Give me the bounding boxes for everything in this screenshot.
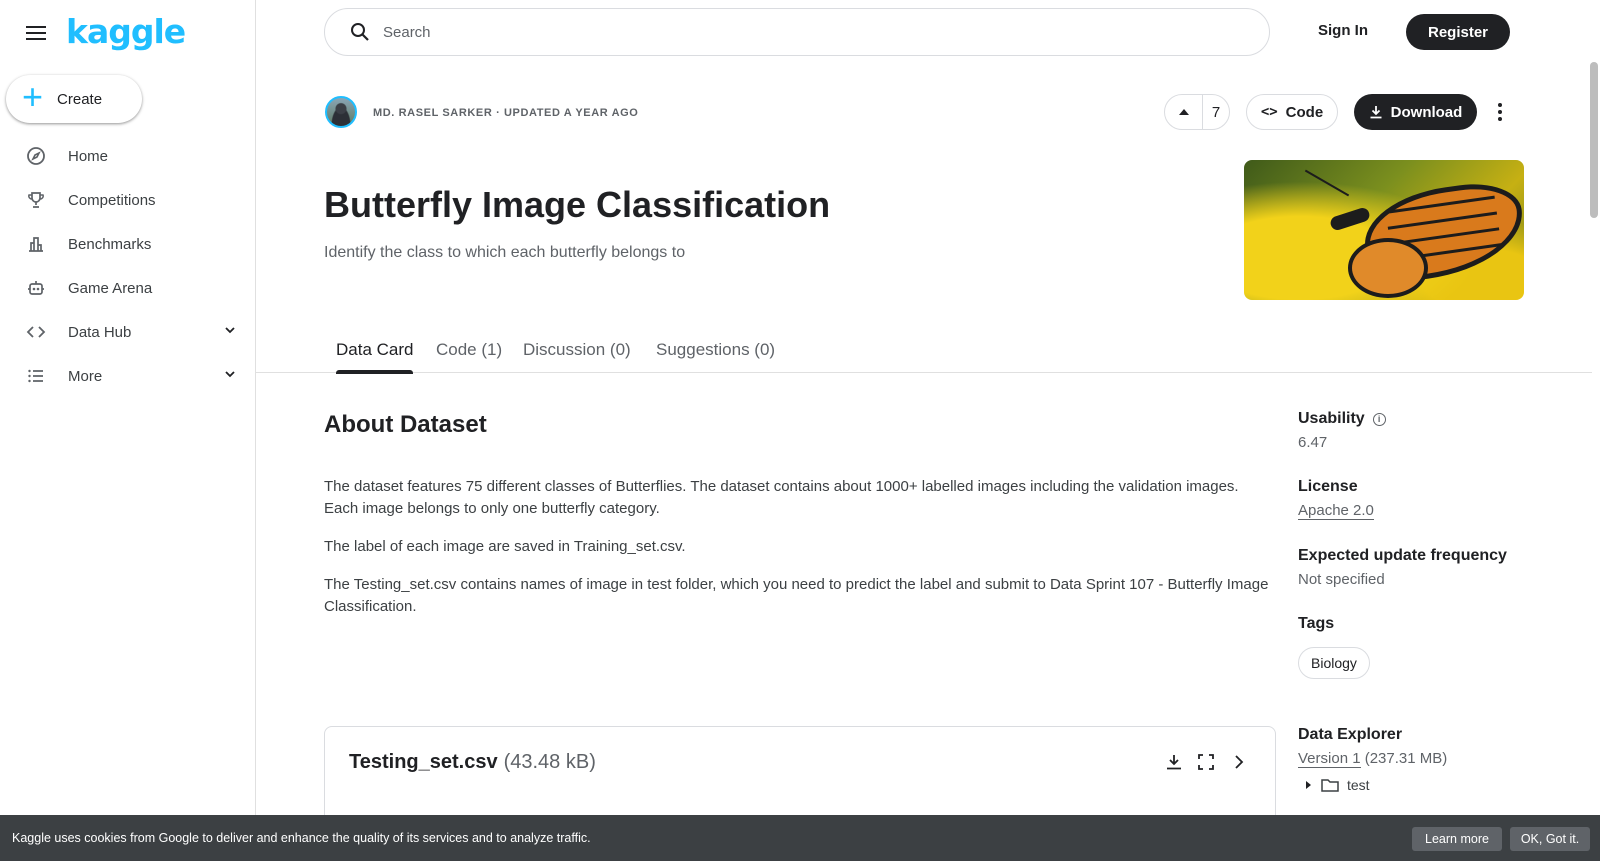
code-brackets-icon [26,322,46,342]
tag-chip[interactable]: Biology [1298,647,1370,679]
file-name: Testing_set.csv [349,751,498,773]
cookie-text: Kaggle uses cookies from Google to deliv… [12,831,591,845]
frequency-label: Expected update frequency [1298,547,1507,564]
download-icon [1370,106,1382,119]
page-subtitle: Identify the class to which each butterf… [324,244,686,261]
about-paragraph: The Testing_set.csv contains names of im… [324,576,1269,615]
upvote-group: 7 [1164,94,1230,130]
triangle-up-icon [1178,109,1189,115]
data-explorer-section: Data Explorer Version 1 (237.31 MB) test [1298,726,1447,793]
trophy-icon [26,190,46,210]
compass-icon [26,146,46,166]
plus-icon: + [22,76,44,117]
tab-data-card[interactable]: Data Card [336,340,414,374]
sidebar: kaggle + Create Home Competitions Benchm… [0,0,256,861]
sidebar-item-label: Competitions [68,191,156,209]
list-icon [26,366,46,386]
menu-icon[interactable] [24,22,48,42]
sidebar-nav: Home Competitions Benchmarks Game Arena … [0,134,256,398]
scrollbar-thumb[interactable] [1590,62,1598,218]
sidebar-item-data-hub[interactable]: Data Hub [0,310,256,354]
version-link[interactable]: Version 1 [1298,750,1361,768]
search-icon [351,23,369,41]
usability-section: Usability i 6.47 [1298,410,1386,451]
about-paragraph: The label of each image are saved in Tra… [324,538,686,555]
file-actions [1165,753,1247,771]
sidebar-item-label: Game Arena [68,279,153,297]
license-section: License Apache 2.0 [1298,478,1374,520]
license-label: License [1298,478,1358,495]
ok-got-it-button[interactable]: OK, Got it. [1510,827,1590,851]
tags-section: Tags Biology [1298,615,1370,679]
vote-count: 7 [1211,103,1221,121]
about-body: The dataset features 75 different classe… [324,476,1276,634]
download-icon[interactable] [1165,753,1183,771]
search-input[interactable] [383,23,1183,41]
tab-bar: Data Card Code (1) Discussion (0) Sugges… [256,326,1592,374]
kaggle-logo[interactable]: kaggle [66,12,186,51]
sidebar-item-game-arena[interactable]: Game Arena [0,266,256,310]
about-heading: About Dataset [324,411,487,438]
dataset-cover-image [1244,160,1524,300]
chevron-down-icon[interactable] [224,324,236,336]
data-explorer-label: Data Explorer [1298,726,1403,743]
butterfly-body [1328,206,1372,232]
frequency-section: Expected update frequency Not specified [1298,547,1507,588]
upvote-button[interactable] [1165,95,1203,129]
frequency-value: Not specified [1298,571,1385,588]
sidebar-item-label: More [68,367,103,385]
robot-icon [26,278,46,298]
sidebar-item-label: Benchmarks [68,235,152,253]
code-button[interactable]: <> Code [1246,94,1338,130]
sidebar-item-label: Data Hub [68,323,132,341]
bar-chart-icon [26,234,46,254]
license-link[interactable]: Apache 2.0 [1298,502,1374,520]
download-button-label: Download [1390,103,1463,121]
code-button-label: Code [1285,103,1324,121]
expand-arrow-icon[interactable] [1306,781,1311,789]
sidebar-item-benchmarks[interactable]: Benchmarks [0,222,256,266]
sidebar-item-competitions[interactable]: Competitions [0,178,256,222]
cookie-banner: Kaggle uses cookies from Google to deliv… [0,815,1600,861]
create-button[interactable]: + Create [6,75,142,123]
about-paragraph: The dataset features 75 different classe… [324,478,1239,517]
download-button[interactable]: Download [1354,94,1477,130]
butterfly-antenna [1304,169,1350,197]
sidebar-item-label: Home [68,147,109,165]
tab-discussion[interactable]: Discussion (0) [523,340,631,373]
info-icon[interactable]: i [1372,413,1386,426]
chevron-right-icon[interactable] [1229,753,1247,771]
folder-icon [1321,779,1339,792]
sign-in-button[interactable]: Sign In [1318,22,1368,39]
page-title: Butterfly Image Classification [324,184,831,225]
file-size: (43.48 kB) [503,751,596,773]
usability-label: Usability [1298,410,1365,427]
fullscreen-icon[interactable] [1197,753,1215,771]
chevron-down-icon[interactable] [224,368,236,380]
avatar[interactable] [325,96,357,128]
usability-value: 6.47 [1298,434,1328,451]
create-label: Create [57,90,103,108]
author-line[interactable]: MD. RASEL SARKER · UPDATED A YEAR AGO [373,107,638,119]
version-size: (237.31 MB) [1364,750,1448,767]
butterfly-wing [1348,238,1428,298]
tree-item-test[interactable]: test [1298,777,1447,793]
tags-label: Tags [1298,615,1335,632]
code-brackets-icon: <> [1260,104,1278,120]
more-options-icon[interactable] [1494,100,1506,124]
tab-code[interactable]: Code (1) [436,340,502,373]
search-bar[interactable] [324,8,1270,56]
learn-more-button[interactable]: Learn more [1412,827,1502,851]
tree-item-label: test [1347,777,1370,793]
sidebar-item-home[interactable]: Home [0,134,256,178]
tab-suggestions[interactable]: Suggestions (0) [656,340,775,373]
register-button[interactable]: Register [1406,14,1510,50]
sidebar-item-more[interactable]: More [0,354,256,398]
